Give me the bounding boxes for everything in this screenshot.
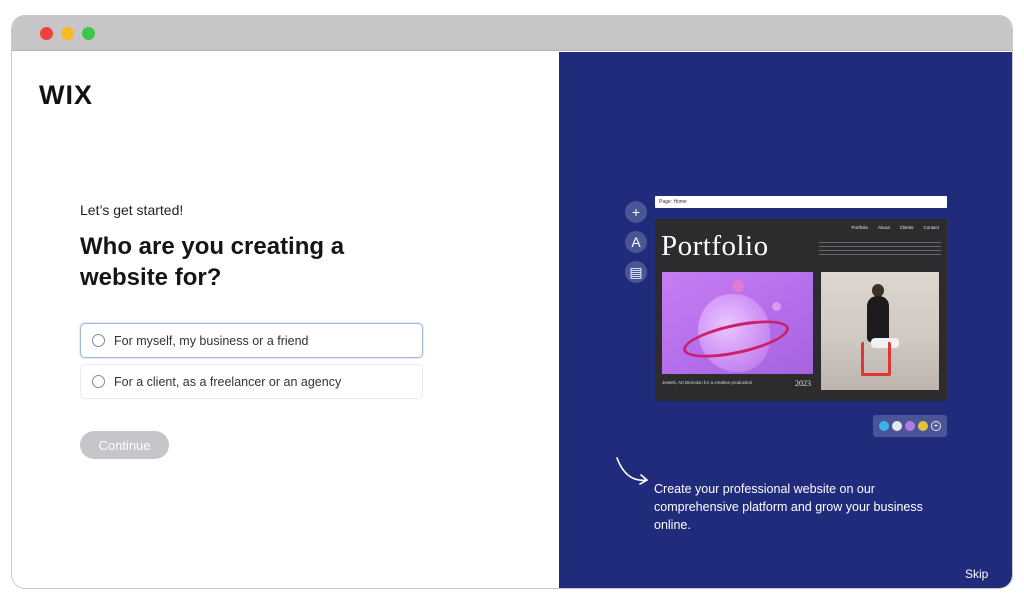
wix-logo: WIX (39, 80, 93, 110)
option-myself[interactable]: For myself, my business or a friend (80, 323, 423, 358)
preview-panel: + A ▤ Page: Home Portfolio Portfolio Abo… (559, 52, 1012, 588)
color-swatch[interactable] (892, 421, 902, 431)
site-nav-item: Clients (899, 225, 914, 230)
curved-arrow-icon (616, 457, 648, 485)
radio-icon[interactable] (92, 334, 105, 347)
window-titlebar (12, 16, 1012, 51)
site-nav-item: Portfolio (851, 225, 868, 230)
page-icon[interactable]: ▤ (625, 261, 647, 283)
option-label: For myself, my business or a friend (114, 333, 309, 348)
close-window-button[interactable] (40, 27, 53, 40)
skip-link[interactable]: Skip (965, 567, 988, 581)
option-client[interactable]: For a client, as a freelancer or an agen… (80, 364, 423, 399)
minimize-window-button[interactable] (61, 27, 74, 40)
site-nav: Portfolio About Clients Contact (851, 225, 939, 230)
site-title: Portfolio (661, 230, 769, 262)
design-icon[interactable]: A (625, 231, 647, 253)
radio-icon[interactable] (92, 375, 105, 388)
editor-tools: + A ▤ (625, 201, 647, 291)
maximize-window-button[interactable] (82, 27, 95, 40)
artwork-year: 2023 (795, 379, 811, 388)
option-label: For a client, as a freelancer or an agen… (114, 374, 342, 389)
portrait-photo (821, 272, 939, 390)
plus-icon[interactable]: + (625, 201, 647, 223)
artwork-caption: Jewels, Art Direction for a creative pro… (662, 380, 753, 385)
color-swatch[interactable] (918, 421, 928, 431)
site-nav-item: Contact (923, 225, 939, 230)
site-nav-item: About (877, 225, 890, 230)
continue-button[interactable]: Continue (80, 431, 169, 459)
color-swatch[interactable] (905, 421, 915, 431)
site-description-lines (819, 242, 941, 256)
color-swatch[interactable] (879, 421, 889, 431)
browser-window: WIX Let’s get started! Who are you creat… (11, 15, 1013, 589)
onboarding-panel: WIX Let’s get started! Who are you creat… (12, 52, 559, 588)
site-preview: Portfolio Portfolio About Clients Contac… (655, 219, 947, 401)
page-title: Who are you creating a website for? (80, 233, 345, 291)
artwork-image (662, 272, 813, 374)
promo-text: Create your professional website on our … (654, 482, 923, 532)
preview-address-bar: Page: Home (655, 196, 947, 208)
add-color-icon[interactable]: + (931, 421, 941, 431)
onboarding-eyebrow: Let’s get started! (80, 202, 184, 218)
color-palette[interactable]: + (873, 415, 947, 437)
